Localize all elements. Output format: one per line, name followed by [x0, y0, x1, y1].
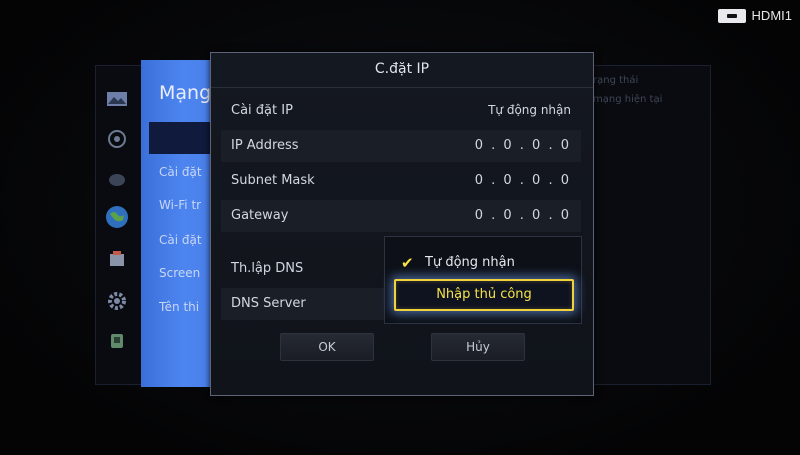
network-globe-icon[interactable]: [104, 206, 130, 228]
row-value: 0 . 0 . 0 . 0: [474, 173, 571, 188]
dialog-divider: [211, 87, 593, 88]
row-label: DNS Server: [231, 296, 306, 311]
smart-features-icon[interactable]: [104, 248, 130, 270]
row-label: Cài đặt IP: [231, 103, 293, 118]
support-icon[interactable]: [104, 330, 130, 352]
row-label: Th.lập DNS: [231, 261, 304, 276]
row-label: Gateway: [231, 208, 289, 223]
network-menu-item[interactable]: Screen: [159, 266, 200, 280]
dialog-title: C.đặt IP: [374, 61, 430, 77]
network-menu-item[interactable]: Cài đặt: [159, 233, 202, 247]
gear-icon[interactable]: [104, 290, 130, 312]
network-menu-selected-item[interactable]: [149, 122, 211, 154]
sound-icon[interactable]: [104, 128, 130, 150]
network-menu-title: Mạng: [159, 82, 211, 104]
row-value: 0 . 0 . 0 . 0: [474, 138, 571, 153]
dropdown-option-manual[interactable]: Nhập thủ công: [394, 279, 574, 311]
network-menu-panel: Mạng Cài đặt Wi-Fi tr Cài đặt Screen Tên…: [141, 60, 211, 387]
network-menu-item[interactable]: Cài đặt: [159, 165, 202, 179]
checkmark-icon: ✔: [401, 254, 414, 272]
source-indicator: HDMI1: [717, 8, 792, 23]
subnet-mask-row[interactable]: Subnet Mask 0 . 0 . 0 . 0: [221, 165, 581, 197]
ip-setting-row[interactable]: Cài đặt IP Tự động nhận: [221, 95, 581, 127]
source-label: HDMI1: [751, 8, 792, 23]
row-label: Subnet Mask: [231, 173, 315, 188]
ip-settings-dialog: C.đặt IP Cài đặt IP Tự động nhận IP Addr…: [210, 52, 594, 396]
ip-address-row[interactable]: IP Address 0 . 0 . 0 . 0: [221, 130, 581, 162]
network-menu-item[interactable]: Wi-Fi tr: [159, 198, 201, 212]
dropdown-option-label: Nhập thủ công: [436, 287, 532, 302]
row-value: 0 . 0 . 0 . 0: [474, 208, 571, 223]
gateway-row[interactable]: Gateway 0 . 0 . 0 . 0: [221, 200, 581, 232]
row-value: Tự động nhận: [488, 103, 571, 117]
picture-icon[interactable]: [104, 88, 130, 110]
network-menu-item[interactable]: Tên thi: [159, 300, 199, 314]
broadcast-icon[interactable]: [104, 168, 130, 190]
ok-button[interactable]: OK: [280, 333, 374, 361]
dns-mode-dropdown: ✔ Tự động nhận Nhập thủ công: [384, 236, 582, 324]
row-label: IP Address: [231, 138, 299, 153]
hdmi-input-icon: [717, 8, 746, 23]
cancel-button[interactable]: Hủy: [431, 333, 525, 361]
background-hint-text: mạng hiện tại: [593, 94, 663, 105]
dropdown-option-auto[interactable]: Tự động nhận: [425, 255, 515, 270]
background-hint-text: rạng thái: [593, 75, 639, 86]
